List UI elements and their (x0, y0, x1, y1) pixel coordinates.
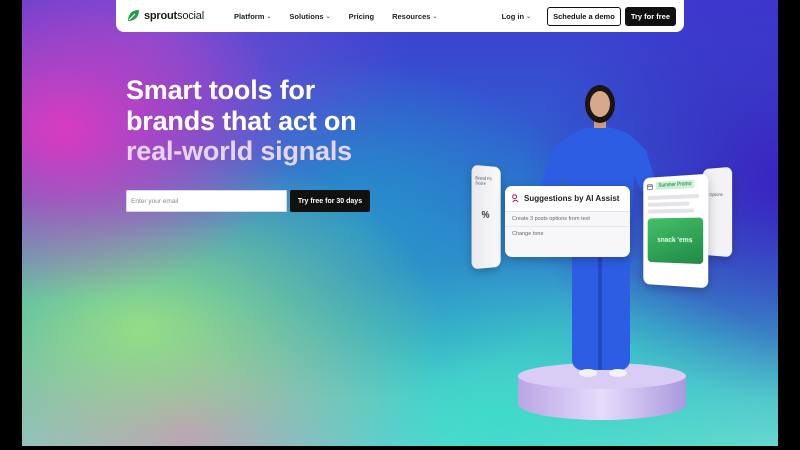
chevron-down-icon: ⌄ (526, 13, 532, 20)
calendar-icon (647, 183, 653, 190)
summer-promo-tag: Summer Promo (655, 179, 695, 190)
brand-fit-score-card: Brand Fit Score % (471, 164, 501, 270)
nav-platform-label: Platform (233, 11, 265, 21)
ai-assist-card: Suggestions by AI Assist Create 3 posts … (505, 186, 630, 257)
nav-pricing-label: Pricing (348, 11, 375, 21)
ai-option-create-posts[interactable]: Create 3 posts options from text (505, 212, 630, 227)
ai-assist-icon (512, 194, 519, 203)
nav-resources[interactable]: Resources ⌄ (392, 12, 437, 21)
headline-line-3: real-world signals (126, 136, 352, 166)
headline-line-1: Smart tools for (126, 75, 316, 105)
schedule-demo-button[interactable]: Schedule a demo (547, 6, 621, 26)
nav-solutions-label: Solutions (289, 11, 324, 21)
snack-image-text: snack 'ems (657, 236, 693, 245)
nav-resources-label: Resources (392, 11, 431, 21)
nav-platform[interactable]: Platform ⌄ (234, 12, 271, 21)
chevron-down-icon: ⌄ (432, 13, 438, 20)
top-navigation: sproutsocial Platform ⌄ Solutions ⌄ Pricin… (116, 0, 684, 32)
snack-product-image: snack 'ems (647, 217, 704, 265)
brand-fit-title: Brand Fit Score (475, 175, 492, 186)
nav-actions: Log in ⌄ Schedule a demo Try for free (502, 6, 676, 26)
email-signup-form: Try free for 30 days (126, 190, 370, 212)
ai-option-change-tone[interactable]: Change tone (505, 227, 630, 241)
login-label: Log in (501, 11, 525, 21)
email-input[interactable] (126, 190, 287, 212)
try-free-30-days-button[interactable]: Try free for 30 days (290, 190, 370, 212)
brand-fit-value: % (481, 209, 490, 222)
sprout-leaf-icon (128, 10, 139, 21)
chevron-down-icon: ⌄ (325, 13, 331, 20)
options-card-label: Options (709, 191, 723, 198)
ai-assist-title: Suggestions by AI Assist (524, 194, 620, 203)
hero-background: Brand Fit Score % Options Summer Promo s… (22, 0, 778, 446)
nav-solutions[interactable]: Solutions ⌄ (289, 12, 330, 21)
headline-line-2: brands that act on (126, 105, 357, 136)
nav-links: Platform ⌄ Solutions ⌄ Pricing Resources ⌄ (234, 12, 437, 21)
try-for-free-button[interactable]: Try for free (624, 6, 676, 26)
logo-text: sproutsocial (144, 10, 204, 22)
logo-text-bold: sprout (144, 10, 178, 22)
login-link[interactable]: Log in ⌄ (502, 12, 532, 21)
chevron-down-icon: ⌄ (266, 13, 272, 20)
hero-headline: Smart tools for brands that act on real-… (126, 75, 386, 167)
summer-promo-card: Summer Promo snack 'ems (643, 173, 709, 289)
sprout-social-logo[interactable]: sproutsocial (126, 9, 204, 23)
nav-pricing[interactable]: Pricing (349, 12, 374, 21)
logo-text-regular: social (177, 10, 204, 22)
